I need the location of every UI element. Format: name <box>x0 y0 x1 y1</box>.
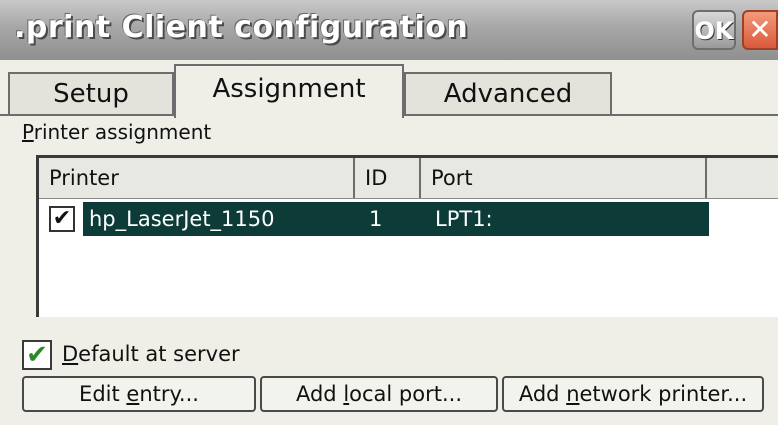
column-header-printer[interactable]: Printer <box>39 158 355 198</box>
default-at-server-checkbox[interactable]: ✔ <box>22 340 52 370</box>
window-title: .print Client configuration <box>14 10 469 45</box>
title-bar: .print Client configuration OK ✕ <box>0 0 778 60</box>
tab-assignment[interactable]: Assignment <box>174 64 404 118</box>
table-row[interactable]: ✔ hp_LaserJet_1150 1 LPT1: <box>49 202 709 236</box>
default-at-server-label[interactable]: Default at server <box>62 342 240 366</box>
close-button[interactable]: ✕ <box>742 10 778 50</box>
column-header-id[interactable]: ID <box>355 158 421 198</box>
row-checkbox[interactable]: ✔ <box>49 206 75 232</box>
printer-assignment-label: Printer assignment <box>22 120 212 144</box>
printer-list[interactable]: Printer ID Port ✔ hp_LaserJet_1150 1 LPT… <box>36 155 778 317</box>
tab-setup[interactable]: Setup <box>8 72 174 116</box>
add-network-printer-button[interactable]: Add network printer... <box>502 376 764 412</box>
ok-button[interactable]: OK <box>692 10 736 50</box>
cell-port: LPT1: <box>435 207 493 231</box>
edit-entry-button[interactable]: Edit entry... <box>22 376 256 412</box>
list-header: Printer ID Port <box>39 158 778 199</box>
add-local-port-button[interactable]: Add local port... <box>260 376 498 412</box>
cell-printer: hp_LaserJet_1150 <box>89 207 275 231</box>
column-header-port[interactable]: Port <box>421 158 707 198</box>
tab-advanced[interactable]: Advanced <box>404 72 612 116</box>
cell-id: 1 <box>369 207 383 231</box>
